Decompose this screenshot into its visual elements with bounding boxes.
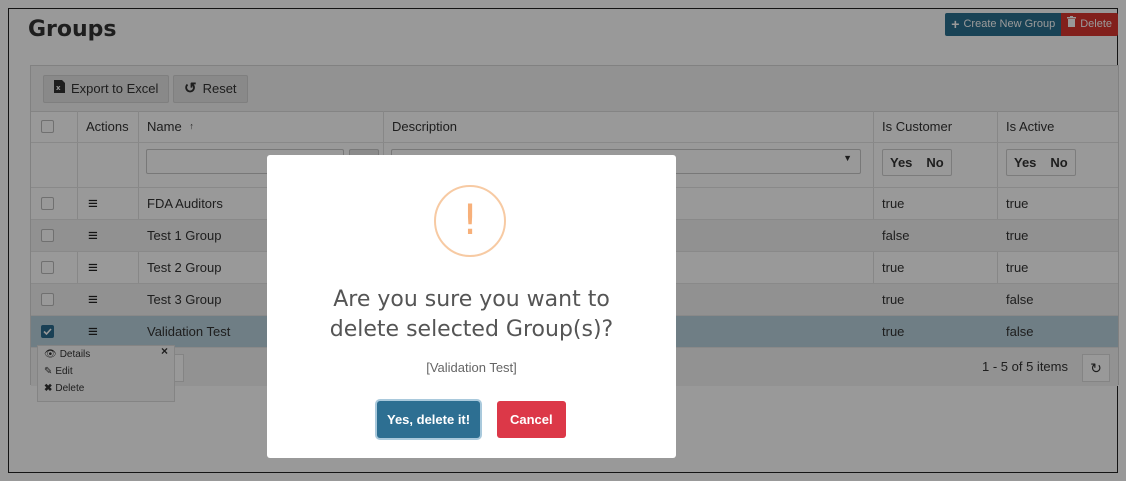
- dialog-title-line1: Are you sure you want to: [333, 287, 610, 312]
- dialog-title: Are you sure you want to delete selected…: [267, 285, 676, 345]
- warning-icon: !: [434, 185, 506, 257]
- dialog-title-line2: delete selected Group(s)?: [329, 317, 614, 342]
- cancel-button[interactable]: Cancel: [497, 401, 566, 438]
- confirm-delete-dialog: ! Are you sure you want to delete select…: [267, 155, 676, 458]
- confirm-delete-button[interactable]: Yes, delete it!: [377, 401, 481, 438]
- dialog-subtitle: [Validation Test]: [426, 360, 517, 375]
